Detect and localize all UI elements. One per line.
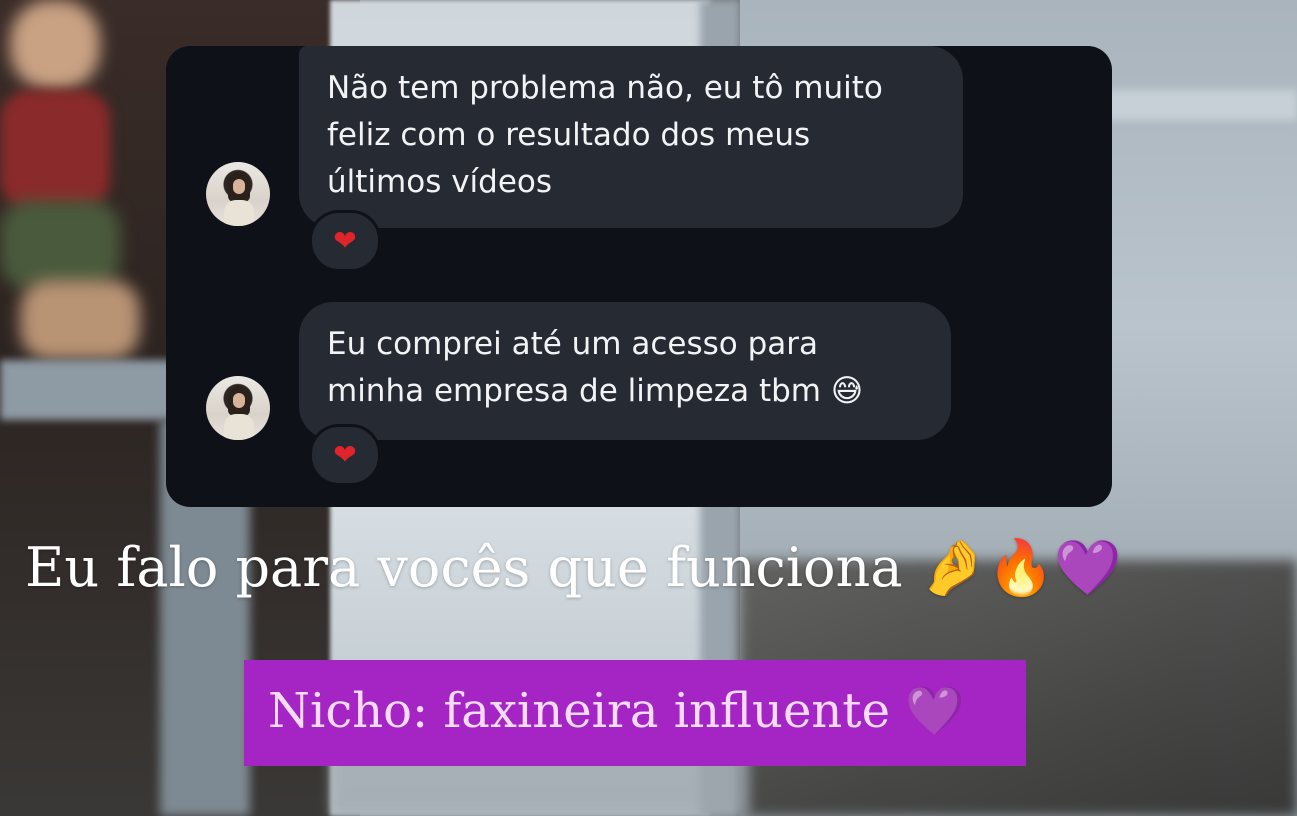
niche-tag-label: Nicho: faxineira influente 💜 bbox=[268, 682, 965, 739]
chat-screenshot-card: Não tem problema não, eu tô muito feliz … bbox=[166, 46, 1112, 507]
heart-icon: ❤ bbox=[333, 438, 357, 471]
purple-heart-icon: 💜 bbox=[905, 683, 966, 739]
heart-icon: ❤ bbox=[333, 224, 357, 257]
niche-tag-text: Nicho: faxineira influente bbox=[268, 683, 890, 739]
background-doll-wreath bbox=[0, 200, 120, 290]
message-reaction[interactable]: ❤ bbox=[309, 210, 381, 272]
caption-text: Eu falo para vocês que funciona 🤌🔥💜 bbox=[25, 536, 1285, 600]
background-shelf bbox=[1100, 90, 1297, 120]
sender-avatar[interactable] bbox=[206, 162, 270, 226]
message-bubble[interactable]: Eu comprei até um acesso para minha empr… bbox=[299, 302, 951, 440]
message-reaction[interactable]: ❤ bbox=[309, 424, 381, 486]
niche-tag: Nicho: faxineira influente 💜 bbox=[244, 660, 1026, 766]
message-text: Não tem problema não, eu tô muito feliz … bbox=[327, 70, 883, 200]
sender-avatar[interactable] bbox=[206, 376, 270, 440]
background-doll-head bbox=[10, 0, 100, 90]
message-bubble[interactable]: Não tem problema não, eu tô muito feliz … bbox=[299, 46, 963, 228]
background-doll-dress bbox=[0, 90, 110, 210]
caption-emojis: 🤌🔥💜 bbox=[919, 536, 1122, 599]
caption-words: Eu falo para vocês que funciona bbox=[25, 536, 903, 599]
background-doll-base bbox=[20, 280, 140, 360]
message-text: Eu comprei até um acesso para minha empr… bbox=[327, 326, 864, 409]
